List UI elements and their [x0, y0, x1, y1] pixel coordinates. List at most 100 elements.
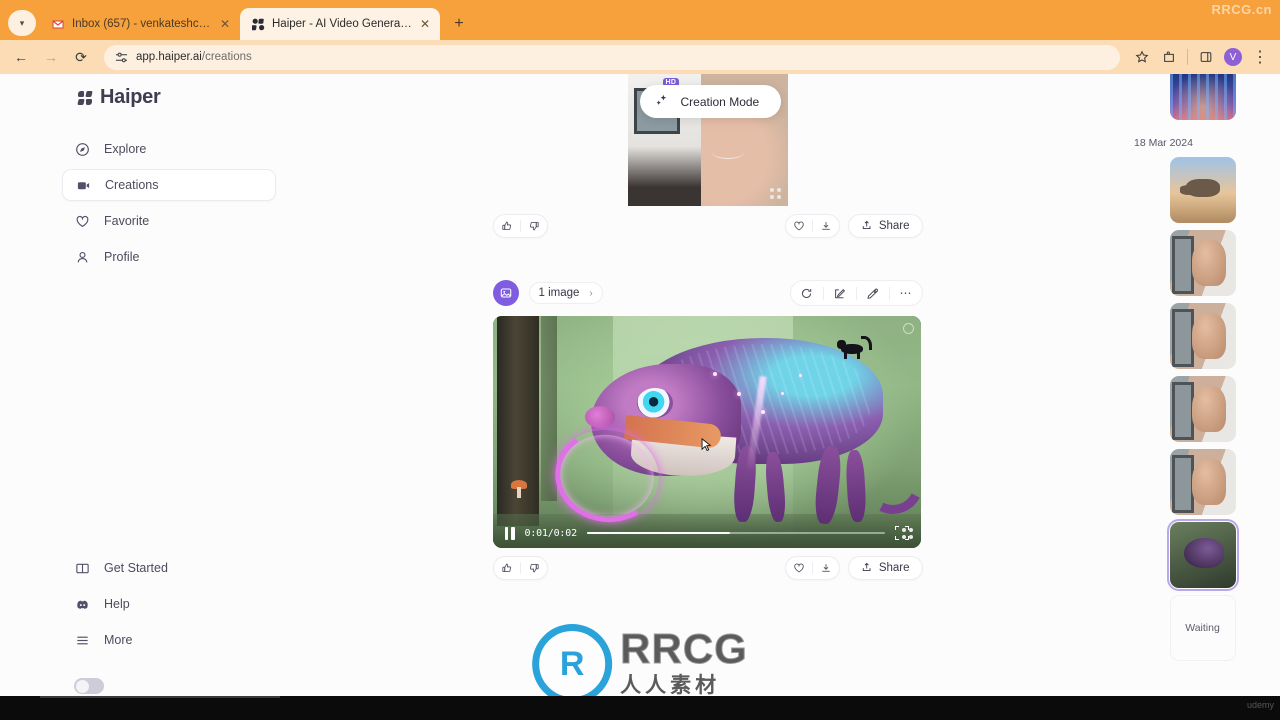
avatar-initial: V	[1224, 48, 1242, 66]
creation-source: 1 image ›	[492, 280, 603, 306]
watermark-top-right: RRCG.cn	[1211, 2, 1272, 17]
page-content: Haiper Explore Creations Favorite Profil…	[0, 74, 1280, 720]
gmail-icon	[51, 17, 65, 31]
thumb-woman-2[interactable]	[1169, 303, 1236, 369]
share-actions: Share	[784, 214, 923, 238]
creation-top-media: HD Creation Mode	[493, 74, 923, 206]
save-group	[784, 214, 840, 238]
pause-icon[interactable]	[504, 526, 515, 540]
close-icon[interactable]: ✕	[219, 18, 231, 30]
sidebar-item-favorite[interactable]: Favorite	[62, 205, 276, 237]
progress-bar[interactable]	[586, 532, 885, 534]
thumbs-down-icon[interactable]	[521, 556, 547, 580]
tab-haiper[interactable]: Haiper - AI Video Generator ✕	[240, 8, 440, 40]
sidebar-item-label: Help	[104, 597, 130, 611]
save-group	[784, 556, 840, 580]
wand-icon[interactable]	[857, 280, 889, 306]
sidebar-item-label: Profile	[104, 250, 140, 264]
haiper-icon	[251, 17, 265, 31]
sidebar-item-creations[interactable]: Creations	[62, 169, 276, 201]
heart-icon[interactable]	[786, 556, 812, 580]
theme-toggle[interactable]: ☀	[74, 678, 104, 694]
forward-icon[interactable]: →	[38, 44, 64, 70]
profile-avatar[interactable]: V	[1221, 45, 1245, 69]
refresh-icon[interactable]	[791, 280, 823, 306]
share-label: Share	[878, 562, 910, 574]
new-tab-button[interactable]: +	[446, 11, 472, 37]
watermark-bottom-right: udemy	[1246, 700, 1274, 710]
creation-top-actions: Share	[492, 206, 923, 238]
browser-window: ▾ Inbox (657) - venkateshchennu: ✕	[0, 0, 1280, 720]
quality-badge-icon	[902, 323, 914, 334]
tab-inbox[interactable]: Inbox (657) - venkateshchennu: ✕	[40, 8, 240, 40]
sidebar-item-more[interactable]: More	[62, 624, 262, 656]
black-cat	[836, 336, 873, 359]
extensions-icon[interactable]	[1157, 45, 1181, 69]
close-icon[interactable]: ✕	[419, 18, 431, 30]
heart-icon[interactable]	[786, 214, 812, 238]
thumbs-up-icon[interactable]	[494, 556, 520, 580]
thumb-city[interactable]	[1169, 74, 1236, 120]
feedback-group	[492, 214, 548, 238]
waiting-label: Waiting	[1185, 622, 1220, 634]
chrome-menu-icon[interactable]: ⋮	[1248, 45, 1272, 69]
tooltip-label: Creation Mode	[680, 94, 760, 109]
video-player[interactable]: 0:01/0:02	[492, 316, 921, 548]
browser-toolbar: ← → ⟳ app.haiper.ai/creations V ⋮	[0, 40, 1280, 74]
time-display: 0:01/0:02	[524, 527, 578, 539]
tab-title: Haiper - AI Video Generator	[272, 18, 412, 30]
edit-icon[interactable]	[824, 280, 856, 306]
sidebar-item-get-started[interactable]: Get Started	[62, 552, 262, 584]
thumb-cat[interactable]	[1169, 157, 1236, 223]
feedback-group	[492, 556, 548, 580]
creation-mode-tooltip[interactable]: Creation Mode	[639, 85, 782, 118]
ellipsis-icon[interactable]: ⋯	[890, 280, 922, 306]
share-icon	[861, 561, 873, 576]
share-button[interactable]: Share	[847, 214, 923, 238]
site-settings-icon[interactable]	[114, 50, 128, 64]
image-count-pill[interactable]: 1 image ›	[528, 282, 603, 304]
back-icon[interactable]: ←	[8, 44, 34, 70]
side-panel-icon[interactable]	[1194, 45, 1218, 69]
sun-icon: ☀	[77, 680, 86, 690]
sidebar-item-label: More	[104, 633, 133, 647]
secondary-nav: Get Started Help More ☀	[62, 552, 262, 694]
compass-icon	[74, 141, 90, 157]
menu-icon	[74, 632, 90, 648]
mushroom	[510, 480, 527, 498]
creation-card-header: 1 image › ⋯	[492, 280, 923, 306]
screen: ▾ Inbox (657) - venkateshchennu: ✕	[0, 0, 1280, 720]
taskbar: udemy	[0, 696, 1280, 720]
video-library-icon	[75, 177, 91, 193]
star-icon[interactable]	[1130, 45, 1154, 69]
thumb-creature[interactable]	[1166, 519, 1239, 591]
thumbs-up-icon[interactable]	[494, 214, 520, 238]
grid-overlay-icon	[769, 188, 782, 200]
waiting-card: Waiting	[1169, 595, 1236, 661]
creature-eye	[636, 388, 673, 418]
reload-icon[interactable]: ⟳	[68, 44, 94, 70]
discord-icon	[74, 596, 90, 612]
left-sidebar: Haiper Explore Creations Favorite Profil…	[0, 74, 290, 696]
sidebar-item-explore[interactable]: Explore	[62, 133, 276, 165]
download-icon[interactable]	[813, 556, 839, 580]
tab-search-button[interactable]: ▾	[8, 10, 36, 36]
download-icon[interactable]	[813, 214, 839, 238]
fullscreen-icon[interactable]	[894, 526, 909, 540]
sidebar-item-profile[interactable]: Profile	[62, 241, 276, 273]
thumb-woman-1[interactable]	[1169, 230, 1236, 296]
image-icon[interactable]	[492, 280, 519, 306]
url-text: app.haiper.ai/creations	[136, 51, 252, 63]
share-button[interactable]: Share	[847, 556, 923, 580]
brand-logo[interactable]: Haiper	[0, 74, 290, 109]
tab-title: Inbox (657) - venkateshchennu:	[72, 18, 212, 30]
thumb-woman-3[interactable]	[1169, 376, 1236, 442]
right-rail: 18 Mar 2024 Waiting	[1125, 74, 1280, 696]
sidebar-item-help[interactable]: Help	[62, 588, 262, 620]
share-icon	[861, 219, 873, 234]
thumb-woman-4[interactable]	[1169, 449, 1236, 515]
player-controls: 0:01/0:02	[493, 518, 921, 548]
address-bar[interactable]: app.haiper.ai/creations	[104, 44, 1120, 70]
toolbar-actions: V ⋮	[1130, 45, 1272, 69]
thumbs-down-icon[interactable]	[521, 214, 547, 238]
